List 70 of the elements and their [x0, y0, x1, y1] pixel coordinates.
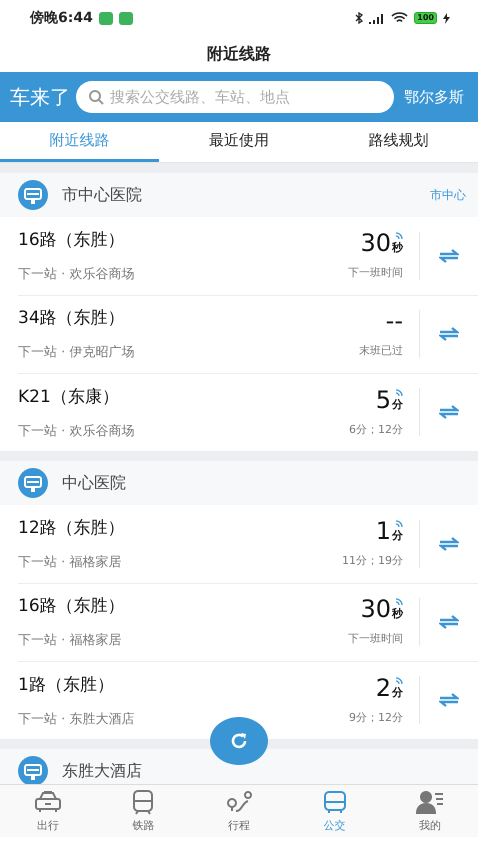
route-name: 12路（东胜） [18, 517, 126, 539]
station-header[interactable]: 中心医院 [0, 461, 478, 505]
arrival-note: 6分；12分 [349, 422, 403, 436]
wifi-icon [391, 12, 408, 24]
route-row[interactable]: 16路（东胜） 下一站 · 福格家居 30秒 下一班时间 [0, 583, 478, 661]
arrival-time: -- [386, 309, 403, 333]
station-name: 东胜大酒店 [62, 760, 143, 782]
next-stop: 下一站 · 伊克昭广场 [18, 344, 136, 361]
page-title: 附近线路 [206, 42, 272, 64]
next-stop: 下一站 · 欢乐谷商场 [18, 266, 136, 283]
arrival-note: 下一班时间 [348, 631, 403, 646]
arrival-note: 9分；12分 [349, 710, 403, 724]
route-row[interactable]: K21（东康） 下一站 · 欢乐谷商场 5 分 6分；12分 [0, 373, 478, 451]
arrival-note: 末班已过 [359, 343, 403, 358]
swap-direction-icon[interactable] [439, 614, 459, 630]
tab[interactable]: 路线规划 [318, 122, 478, 162]
signal-icon [369, 12, 386, 24]
bluetooth-icon [355, 12, 364, 24]
station-name: 市中心医院 [62, 184, 143, 206]
arrival-time: 5 [376, 388, 391, 412]
next-stop: 下一站 · 东胜大酒店 [18, 710, 136, 728]
refresh-icon [229, 731, 249, 751]
time-unit: 分 [392, 396, 403, 412]
charging-icon [443, 12, 450, 24]
swap-direction-icon[interactable] [439, 248, 459, 264]
time-unit: 分 [392, 684, 403, 700]
search-field[interactable]: 搜索公交线路、车站、地点 [76, 81, 394, 113]
station-area-tag: 市中心 [430, 186, 466, 204]
station-name: 中心医院 [62, 472, 127, 494]
time-unit: 秒 [392, 240, 403, 255]
arrival-time: 30 [360, 231, 391, 255]
nav-item[interactable]: 我的 [382, 785, 478, 837]
swap-direction-icon[interactable] [439, 326, 459, 342]
app-notification-icon [118, 12, 133, 24]
route-row[interactable]: 16路（东胜） 下一站 · 欢乐谷商场 30秒 下一班时间 [0, 217, 478, 295]
nav-item[interactable]: 行程 [191, 785, 287, 837]
tab[interactable]: 最近使用 [159, 122, 319, 162]
route-name: 1路（东胜） [18, 674, 115, 696]
app-logo: 车来了 [10, 84, 70, 110]
route-name: 16路（东胜） [18, 229, 126, 251]
arrival-note: 11分；19分 [342, 553, 403, 568]
time-unit: 秒 [392, 606, 403, 621]
station-header[interactable]: 市中心医院 市中心 [0, 173, 478, 217]
swap-direction-icon[interactable] [439, 404, 459, 420]
app-notification-icon [98, 12, 113, 24]
swap-direction-icon[interactable] [439, 536, 459, 552]
route-name: 16路（东胜） [18, 595, 126, 617]
route-row[interactable]: 12路（东胜） 下一站 · 福格家居 1 分 11分；19分 [0, 505, 478, 583]
station-header[interactable]: 东胜大酒店 [0, 749, 478, 784]
time-unit: 分 [392, 528, 403, 543]
arrival-note: 下一班时间 [348, 265, 403, 280]
arrival-time: 2 [376, 676, 391, 700]
bus-stop-icon [18, 180, 48, 210]
next-stop: 下一站 · 福格家居 [18, 632, 122, 649]
route-row[interactable]: 1路（东胜） 下一站 · 东胜大酒店 2 分 9分；12分 [0, 661, 478, 739]
arrival-time: 1 [376, 519, 391, 543]
route-name: 34路（东胜） [18, 307, 126, 329]
taxi-icon [32, 789, 63, 815]
route-row[interactable]: 34路（东胜） 下一站 · 伊克昭广场 -- 末班已过 [0, 295, 478, 373]
profile-icon [415, 789, 446, 815]
status-time: 傍晚6:44 [30, 9, 93, 27]
arrival-time: 30 [360, 597, 391, 621]
route-name: K21（东康） [18, 386, 120, 408]
nav-item[interactable]: 铁路 [96, 785, 192, 837]
bus-stop-icon [18, 468, 48, 498]
next-stop: 下一站 · 欢乐谷商场 [18, 422, 136, 440]
battery-level: 100 [414, 12, 437, 24]
swap-direction-icon[interactable] [439, 692, 459, 708]
nav-item[interactable]: 出行 [0, 785, 96, 837]
next-stop: 下一站 · 福格家居 [18, 554, 122, 571]
